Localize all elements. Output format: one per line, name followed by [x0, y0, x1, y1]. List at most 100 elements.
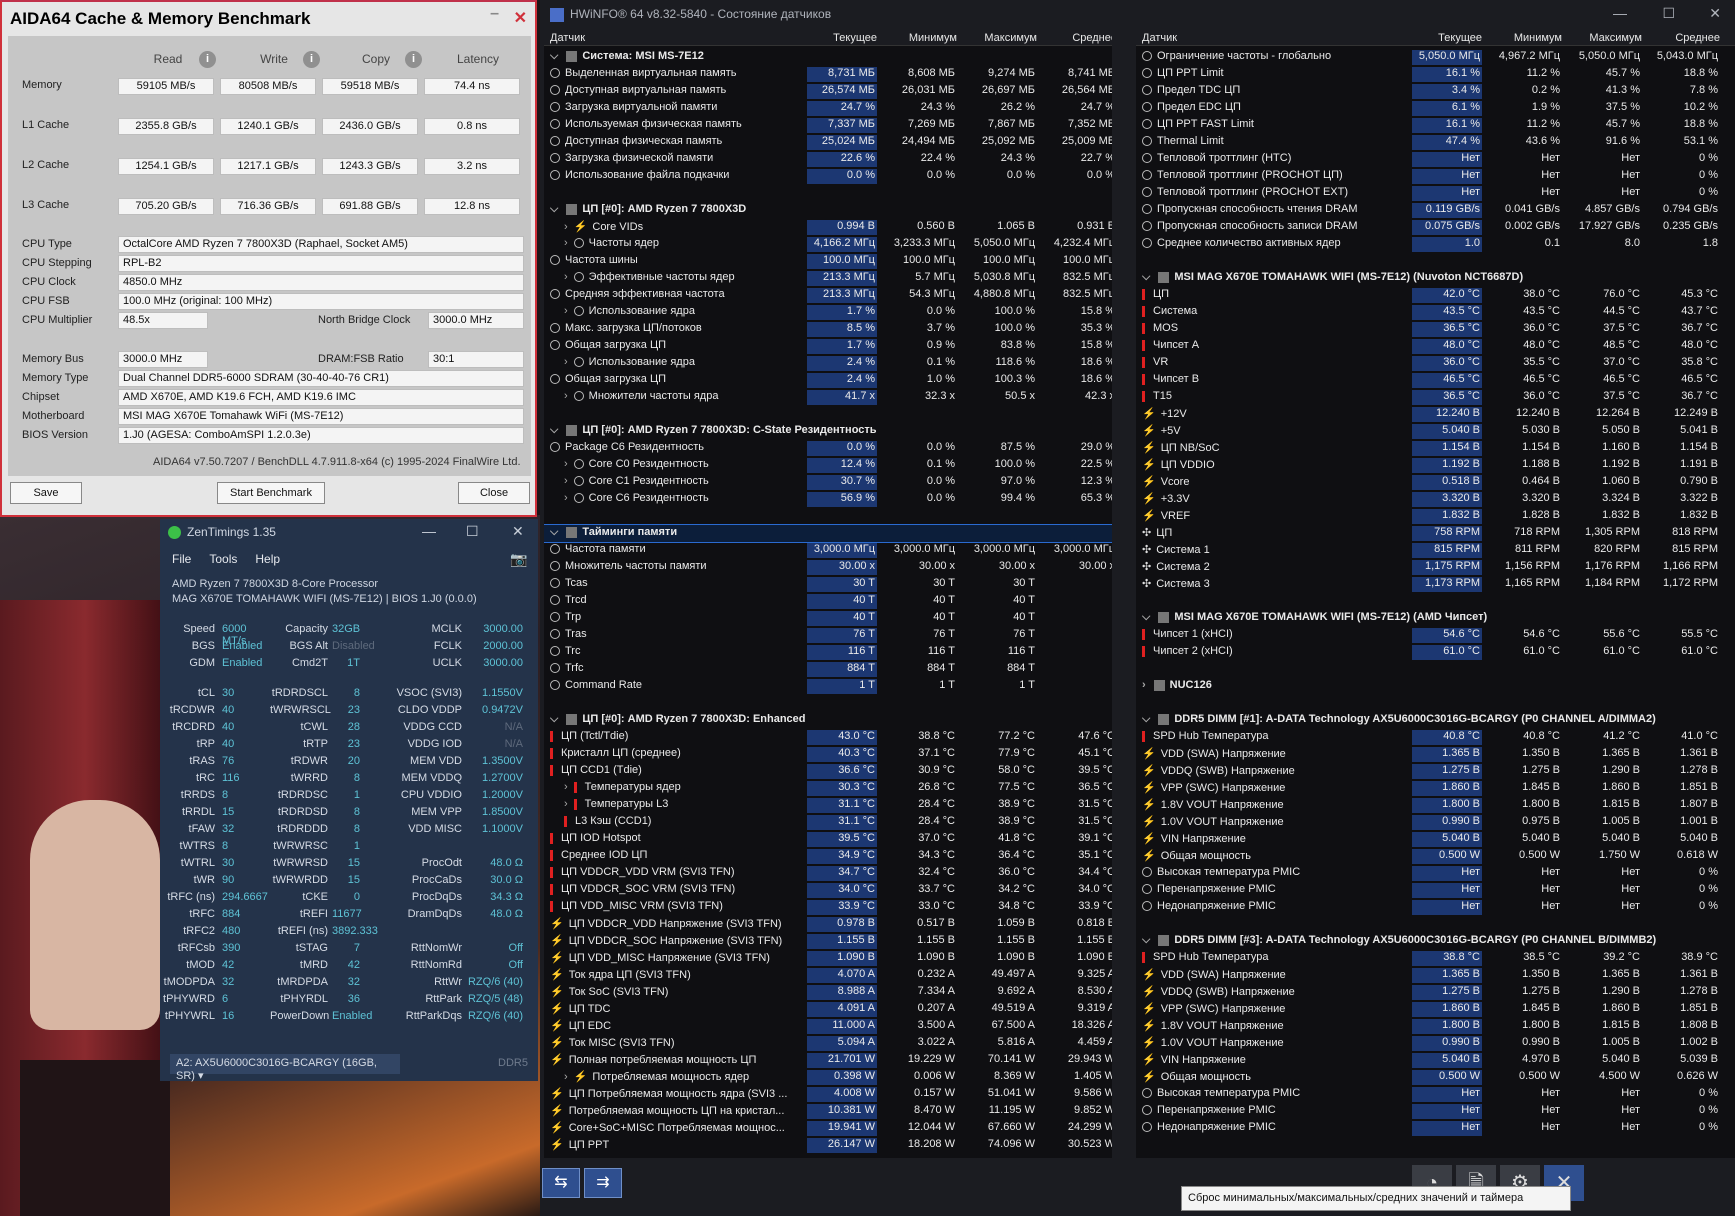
expand-icon[interactable]: ⌵	[550, 713, 558, 725]
sensor-row[interactable]: Кристалл ЦП (среднее) 40.3 °C 37.1 °C 77.9 …	[544, 746, 1112, 763]
minimize-icon[interactable]: —	[1613, 5, 1627, 21]
sensor-row[interactable]: Выделенная виртуальная память 8,731 МБ 8,6…	[544, 66, 1112, 83]
sensor-row[interactable]: ЦП PPT FAST Limit 16.1 % 11.2 % 45.7 % 18.8 …	[1136, 117, 1735, 134]
sensor-row[interactable]: ⚡ ЦП VDDCR_SOC Напряжение (SVI3 TFN) 1.155…	[544, 933, 1112, 950]
sensor-row[interactable]: ⚡ 1.8V VOUT Напряжение 1.800 В 1.800 В 1.815…	[1136, 797, 1735, 814]
expand-icon[interactable]: ›	[564, 781, 568, 793]
sensor-row[interactable]: ⚡ 1.0V VOUT Напряжение 0.990 В 0.975 В 1.005…	[1136, 814, 1735, 831]
sensor-group[interactable]: ⌵ MSI MAG X670E TOMAHAWK WIFI (MS-7E12) (…	[1136, 610, 1735, 627]
sensor-row[interactable]: ⚡ Общая мощность 0.500 W 0.500 W 4.500 W 0.62…	[1136, 1069, 1735, 1086]
column-header-4[interactable]: Среднее	[1047, 32, 1112, 44]
close-icon[interactable]: ✕	[1709, 5, 1721, 22]
sensor-row[interactable]: Тепловой троттлинг (PROCHOT ЦП) Нет Нет Нет…	[1136, 168, 1735, 185]
sensor-row[interactable]: ⚡ +3.3V 3.320 В 3.320 В 3.324 В 3.322 В	[1136, 491, 1735, 508]
expand-icon[interactable]: ›	[564, 458, 568, 470]
close-button[interactable]: Close	[458, 482, 530, 504]
expand-icon[interactable]: ›	[564, 798, 568, 810]
sensor-group[interactable]: ⌵ ЦП [#0]: AMD Ryzen 7 7800X3D: C-State Р…	[544, 423, 1112, 440]
sensor-row[interactable]: ⚡ ЦП EDC 11.000 A 3.500 A 67.500 A 18.326 A	[544, 1018, 1112, 1035]
sensor-row[interactable]: Package C6 Резидентность 0.0 % 0.0 % 87.5 %…	[544, 440, 1112, 457]
column-header-3[interactable]: Максимум	[1572, 32, 1642, 44]
sensor-row[interactable]: SPD Hub Температура 40.8 °C 40.8 °C 41.2 °C…	[1136, 729, 1735, 746]
sensor-row[interactable]: Чипсет 2 (xHCI) 61.0 °C 61.0 °C 61.0 °C 61.0…	[1136, 644, 1735, 661]
sensor-row[interactable]: ⚡ ЦП VDD_MISC Напряжение (SVI3 TFN) 1.090 …	[544, 950, 1112, 967]
sensor-row[interactable]: ⚡ ЦП TDC 4.091 A 0.207 A 49.519 A 9.319 A	[544, 1001, 1112, 1018]
sensor-row[interactable]: Trp 40 T 40 T 40 T	[544, 610, 1112, 627]
minimize-icon[interactable]: –	[490, 5, 499, 23]
expand-icon[interactable]: ⌵	[550, 203, 558, 215]
module-select[interactable]: A2: AX5U6000C3016G-BCARGY (16GB, SR) ▾	[170, 1054, 400, 1082]
sensor-group[interactable]: ⌵ Система: MSI MS-7E12	[544, 49, 1112, 66]
column-header-0[interactable]: Датчик	[550, 32, 585, 44]
sensor-row[interactable]: Загрузка виртуальной памяти 24.7 % 24.3 % 2…	[544, 100, 1112, 117]
sensor-row[interactable]: Используемая физическая память 7,337 МБ 7,…	[544, 117, 1112, 134]
sensor-row[interactable]: ЦП (Tctl/Tdie) 43.0 °C 38.8 °C 77.2 °C 47.6 …	[544, 729, 1112, 746]
sensor-row[interactable]: Перенапряжение PMIC Нет Нет Нет 0 %	[1136, 882, 1735, 899]
sensor-row[interactable]: ⚡ ЦП PPT 26.147 W 18.208 W 74.096 W 30.523 W	[544, 1137, 1112, 1154]
sensor-row[interactable]: Частота шины 100.0 МГц 100.0 МГц 100.0 МГц 1…	[544, 253, 1112, 270]
menu-help[interactable]: Help	[255, 552, 280, 566]
sensor-row[interactable]: ⚡ VPP (SWC) Напряжение 1.860 В 1.845 В 1.860…	[1136, 780, 1735, 797]
sensor-row[interactable]: ⚡ ЦП VDDIO 1.192 В 1.188 В 1.192 В 1.191 В	[1136, 457, 1735, 474]
column-header-2[interactable]: Минимум	[1492, 32, 1562, 44]
sensor-row[interactable]: ⚡ VREF 1.832 В 1.828 В 1.832 В 1.832 В	[1136, 508, 1735, 525]
sensor-row[interactable]: Макс. загрузка ЦП/потоков 8.5 % 3.7 % 100.0…	[544, 321, 1112, 338]
camera-icon[interactable]: 📷	[510, 551, 527, 568]
sensor-row[interactable]: Недонапряжение PMIC Нет Нет Нет 0 %	[1136, 1120, 1735, 1137]
sensor-row[interactable]: › Core C6 Резидентность 56.9 % 0.0 % 99.4 % 6…	[544, 491, 1112, 508]
sensor-row[interactable]: Система 43.5 °C 43.5 °C 44.5 °C 43.7 °C	[1136, 304, 1735, 321]
expand-icon[interactable]: ›	[564, 1071, 568, 1083]
menu-tools[interactable]: Tools	[209, 552, 237, 566]
sensor-row[interactable]: ЦП VDDCR_VDD VRM (SVI3 TFN) 34.7 °C 32.4 °…	[544, 865, 1112, 882]
expand-icon[interactable]: ⌵	[550, 50, 558, 62]
expand-icon[interactable]: ›	[1142, 679, 1146, 691]
sensor-row[interactable]: ЦП 42.0 °C 38.0 °C 76.0 °C 45.3 °C	[1136, 287, 1735, 304]
sensor-row[interactable]: ⚡ Core+SoC+MISC Потребляемая мощнос... 19.…	[544, 1120, 1112, 1137]
sensor-row[interactable]: Чипсет B 46.5 °C 46.5 °C 46.5 °C 46.5 °C	[1136, 372, 1735, 389]
sensor-row[interactable]: ⚡ +12V 12.240 В 12.240 В 12.264 В 12.249 В	[1136, 406, 1735, 423]
sensor-row[interactable]: Чипсет A 48.0 °C 48.0 °C 48.5 °C 48.0 °C	[1136, 338, 1735, 355]
sensor-row[interactable]: ⚡ +5V 5.040 В 5.030 В 5.050 В 5.041 В	[1136, 423, 1735, 440]
sensor-row[interactable]: ⚡ VIN Напряжение 5.040 В 5.040 В 5.040 В 5.04…	[1136, 831, 1735, 848]
sensor-row[interactable]: ⚡ Общая мощность 0.500 W 0.500 W 1.750 W 0.61…	[1136, 848, 1735, 865]
sensor-row[interactable]: Средняя эффективная частота 213.3 МГц 54.3…	[544, 287, 1112, 304]
column-header-1[interactable]: Текущее	[1412, 32, 1482, 44]
sensor-row[interactable]: ⚡ VDDQ (SWB) Напряжение 1.275 В 1.275 В 1.29…	[1136, 984, 1735, 1001]
sensor-row[interactable]: Частота памяти 3,000.0 МГц 3,000.0 МГц 3,00…	[544, 542, 1112, 559]
sensor-row[interactable]: › ⚡ Потребляемая мощность ядер 0.398 W 0.006…	[544, 1069, 1112, 1086]
sensor-row[interactable]: › Частоты ядер 4,166.2 МГц 3,233.3 МГц 5,050…	[544, 236, 1112, 253]
sensor-row[interactable]: Загрузка физической памяти 22.6 % 22.4 % 24…	[544, 151, 1112, 168]
sensor-row[interactable]: Ограничение частоты - глобально 5,050.0 М…	[1136, 49, 1735, 66]
sensor-row[interactable]: ⚡ VDDQ (SWB) Напряжение 1.275 В 1.275 В 1.29…	[1136, 763, 1735, 780]
expand-icon[interactable]: ⌵	[550, 424, 558, 436]
sensor-row[interactable]: › Температуры L3 31.1 °C 28.4 °C 38.9 °C 31.5…	[544, 797, 1112, 814]
sensor-row[interactable]: ⚡ 1.0V VOUT Напряжение 0.990 В 0.990 В 1.005…	[1136, 1035, 1735, 1052]
nav-forward-button[interactable]: ⇉	[584, 1168, 622, 1198]
sensor-row[interactable]: ЦП IOD Hotspot 39.5 °C 37.0 °C 41.8 °C 39.1 …	[544, 831, 1112, 848]
sensor-row[interactable]: L3 Кэш (CCD1) 31.1 °C 28.4 °C 38.9 °C 31.5 °…	[544, 814, 1112, 831]
info-icon[interactable]: i	[199, 51, 216, 68]
sensor-row[interactable]: ⚡ Ток SoC (SVI3 TFN) 8.988 A 7.334 A 9.692 A…	[544, 984, 1112, 1001]
sensor-row[interactable]: Тепловой троттлинг (HTC) Нет Нет Нет 0 %	[1136, 151, 1735, 168]
sensor-row[interactable]: ✣ Система 2 1,175 RPM 1,156 RPM 1,176 RPM 1,1…	[1136, 559, 1735, 576]
sensor-row[interactable]: Tcas 30 T 30 T 30 T	[544, 576, 1112, 593]
column-header-4[interactable]: Среднее	[1650, 32, 1720, 44]
sensor-row[interactable]: Thermal Limit 47.4 % 43.6 % 91.6 % 53.1 %	[1136, 134, 1735, 151]
sensor-row[interactable]: Trfc 884 T 884 T 884 T	[544, 661, 1112, 678]
sensor-row[interactable]: ЦП VDD_MISC VRM (SVI3 TFN) 33.9 °C 33.0 °C…	[544, 899, 1112, 916]
sensor-row[interactable]: Trcd 40 T 40 T 40 T	[544, 593, 1112, 610]
save-button[interactable]: Save	[10, 482, 82, 504]
sensor-row[interactable]: Использование файла подкачки 0.0 % 0.0 % 0.…	[544, 168, 1112, 185]
sensor-row[interactable]: Перенапряжение PMIC Нет Нет Нет 0 %	[1136, 1103, 1735, 1120]
sensor-row[interactable]: ЦП PPT Limit 16.1 % 11.2 % 45.7 % 18.8 %	[1136, 66, 1735, 83]
sensor-row[interactable]: Высокая температура PMIC Нет Нет Нет 0 %	[1136, 1086, 1735, 1103]
sensor-row[interactable]: Чипсет 1 (xHCI) 54.6 °C 54.6 °C 55.6 °C 55.5…	[1136, 627, 1735, 644]
sensor-row[interactable]: › Использование ядра 2.4 % 0.1 % 118.6 % 18.6…	[544, 355, 1112, 372]
sensor-row[interactable]: VR 36.0 °C 35.5 °C 37.0 °C 35.8 °C	[1136, 355, 1735, 372]
sensor-row[interactable]: ✣ Система 3 1,173 RPM 1,165 RPM 1,184 RPM 1,1…	[1136, 576, 1735, 593]
sensor-row[interactable]: ЦП CCD1 (Tdie) 36.6 °C 30.9 °C 58.0 °C 39.5 …	[544, 763, 1112, 780]
menu-file[interactable]: File	[172, 552, 191, 566]
sensor-row[interactable]: › Использование ядра 1.7 % 0.0 % 100.0 % 15.8…	[544, 304, 1112, 321]
sensor-row[interactable]: Trc 116 T 116 T 116 T	[544, 644, 1112, 661]
sensor-row[interactable]: › Core C0 Резидентность 12.4 % 0.1 % 100.0 %…	[544, 457, 1112, 474]
